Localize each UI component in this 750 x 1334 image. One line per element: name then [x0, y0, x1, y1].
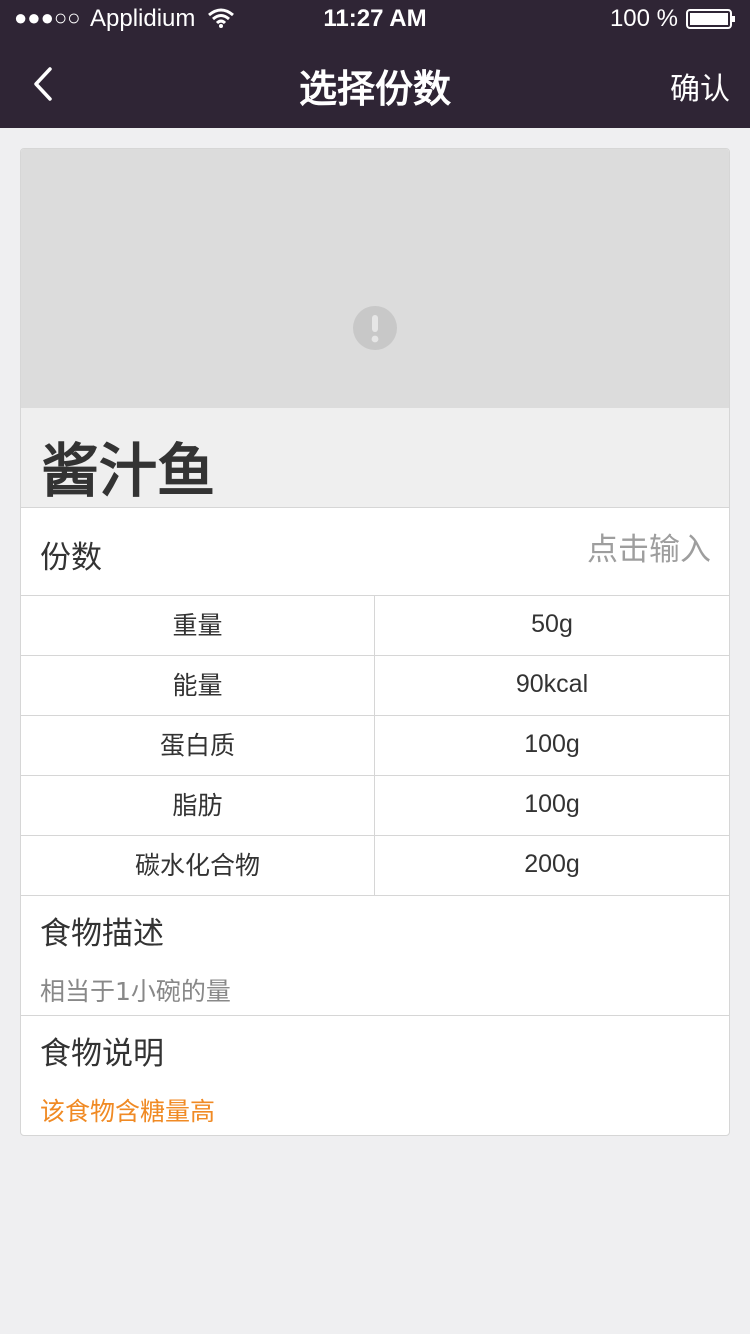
- nutrient-value: 200g: [524, 850, 580, 878]
- app-header: ●●●○○ Applidium 11:27 AM 100 % 选择份数 确认: [0, 0, 750, 128]
- food-description-text: 相当于1小碗的量: [40, 977, 231, 1006]
- table-row: 重量 50g: [21, 596, 729, 656]
- food-note-section: 食物说明 该食物含糖量高: [21, 1016, 729, 1135]
- food-detail-card: 酱汁鱼 份数 重量 50g 能量 90kcal 蛋白质 100g 脂肪 100g…: [20, 148, 730, 1136]
- food-name: 酱汁鱼: [41, 437, 216, 505]
- confirm-button[interactable]: 确认: [670, 64, 730, 108]
- portion-row[interactable]: 份数: [21, 508, 729, 596]
- table-row: 能量 90kcal: [21, 656, 729, 716]
- nutrient-name: 重量: [21, 596, 375, 655]
- nutrient-value: 50g: [531, 610, 573, 638]
- table-row: 脂肪 100g: [21, 776, 729, 836]
- nutrient-name: 能量: [21, 656, 375, 715]
- portion-label: 份数: [40, 540, 102, 576]
- nutrient-value: 100g: [524, 790, 580, 818]
- nutrient-name: 碳水化合物: [21, 836, 375, 895]
- nutrient-name: 蛋白质: [21, 716, 375, 775]
- food-note-title: 食物说明: [40, 1036, 164, 1072]
- nutrient-name: 脂肪: [21, 776, 375, 835]
- food-description-section: 食物描述 相当于1小碗的量: [21, 896, 729, 1016]
- battery-percentage: 100 %: [609, 5, 678, 32]
- portion-input[interactable]: [471, 530, 711, 570]
- nutrition-table: 重量 50g 能量 90kcal 蛋白质 100g 脂肪 100g 碳水化合物 …: [21, 596, 729, 896]
- nutrient-value: 100g: [524, 730, 580, 758]
- food-image-placeholder: [21, 149, 729, 408]
- food-description-title: 食物描述: [40, 916, 164, 952]
- nutrient-value: 90kcal: [515, 670, 589, 698]
- battery-icon: [686, 9, 735, 29]
- status-bar: ●●●○○ Applidium 11:27 AM 100 %: [0, 0, 750, 40]
- table-row: 碳水化合物 200g: [21, 836, 729, 896]
- table-row: 蛋白质 100g: [21, 716, 729, 776]
- food-name-band: 酱汁鱼: [21, 408, 729, 508]
- exclamation-icon: [353, 306, 397, 350]
- page-title: 选择份数: [298, 67, 451, 111]
- food-note-text: 该食物含糖量高: [40, 1097, 216, 1126]
